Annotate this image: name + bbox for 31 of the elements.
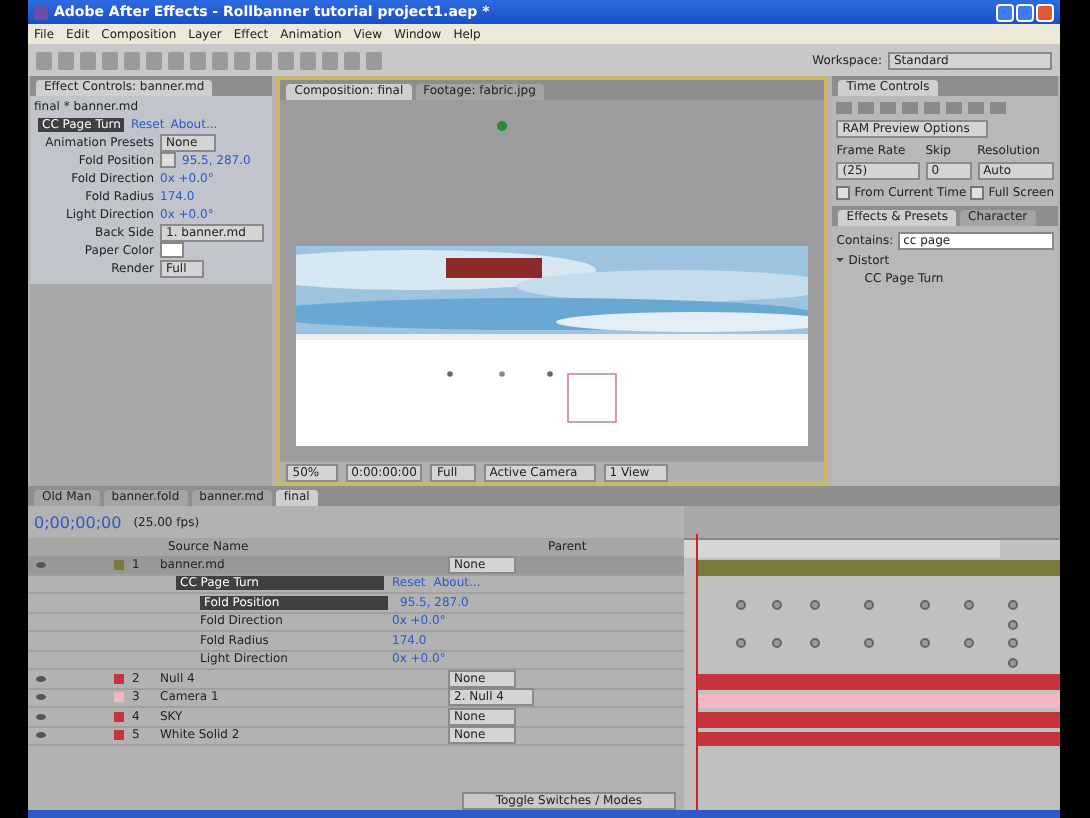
keyframe-icon[interactable] <box>772 638 782 648</box>
keyframe-icon[interactable] <box>964 638 974 648</box>
eye-icon[interactable] <box>36 561 46 568</box>
color-swatch[interactable] <box>160 242 184 258</box>
keyframe-icon[interactable] <box>810 638 820 648</box>
keyframe-icon[interactable] <box>964 600 974 610</box>
keyframe-icon[interactable] <box>810 600 820 610</box>
keyframe-icon[interactable] <box>864 638 874 648</box>
eye-icon[interactable] <box>36 694 46 701</box>
keyframe-icon[interactable] <box>736 600 746 610</box>
checkbox[interactable] <box>836 186 851 200</box>
keyframe-icon[interactable] <box>772 600 782 610</box>
keyframe-icon[interactable] <box>920 600 930 610</box>
keyframe-icon[interactable] <box>920 638 930 648</box>
label-color[interactable] <box>114 692 124 703</box>
eye-icon[interactable] <box>36 732 46 739</box>
cursor-icon <box>496 120 509 134</box>
label-color[interactable] <box>114 673 124 684</box>
layer-bar[interactable] <box>696 731 1060 746</box>
label-color[interactable] <box>114 730 124 741</box>
label-color[interactable] <box>114 711 124 722</box>
keyframe-icon[interactable] <box>736 638 746 648</box>
minimize-button[interactable] <box>996 3 1014 21</box>
checkbox[interactable] <box>970 186 985 200</box>
close-button[interactable] <box>1036 3 1054 21</box>
maximize-button[interactable] <box>1016 3 1034 21</box>
eye-icon[interactable] <box>36 675 46 682</box>
app-icon <box>34 5 48 19</box>
eye-icon[interactable] <box>36 713 46 720</box>
keyframe-icon[interactable] <box>864 600 874 610</box>
label-color[interactable] <box>114 559 124 570</box>
